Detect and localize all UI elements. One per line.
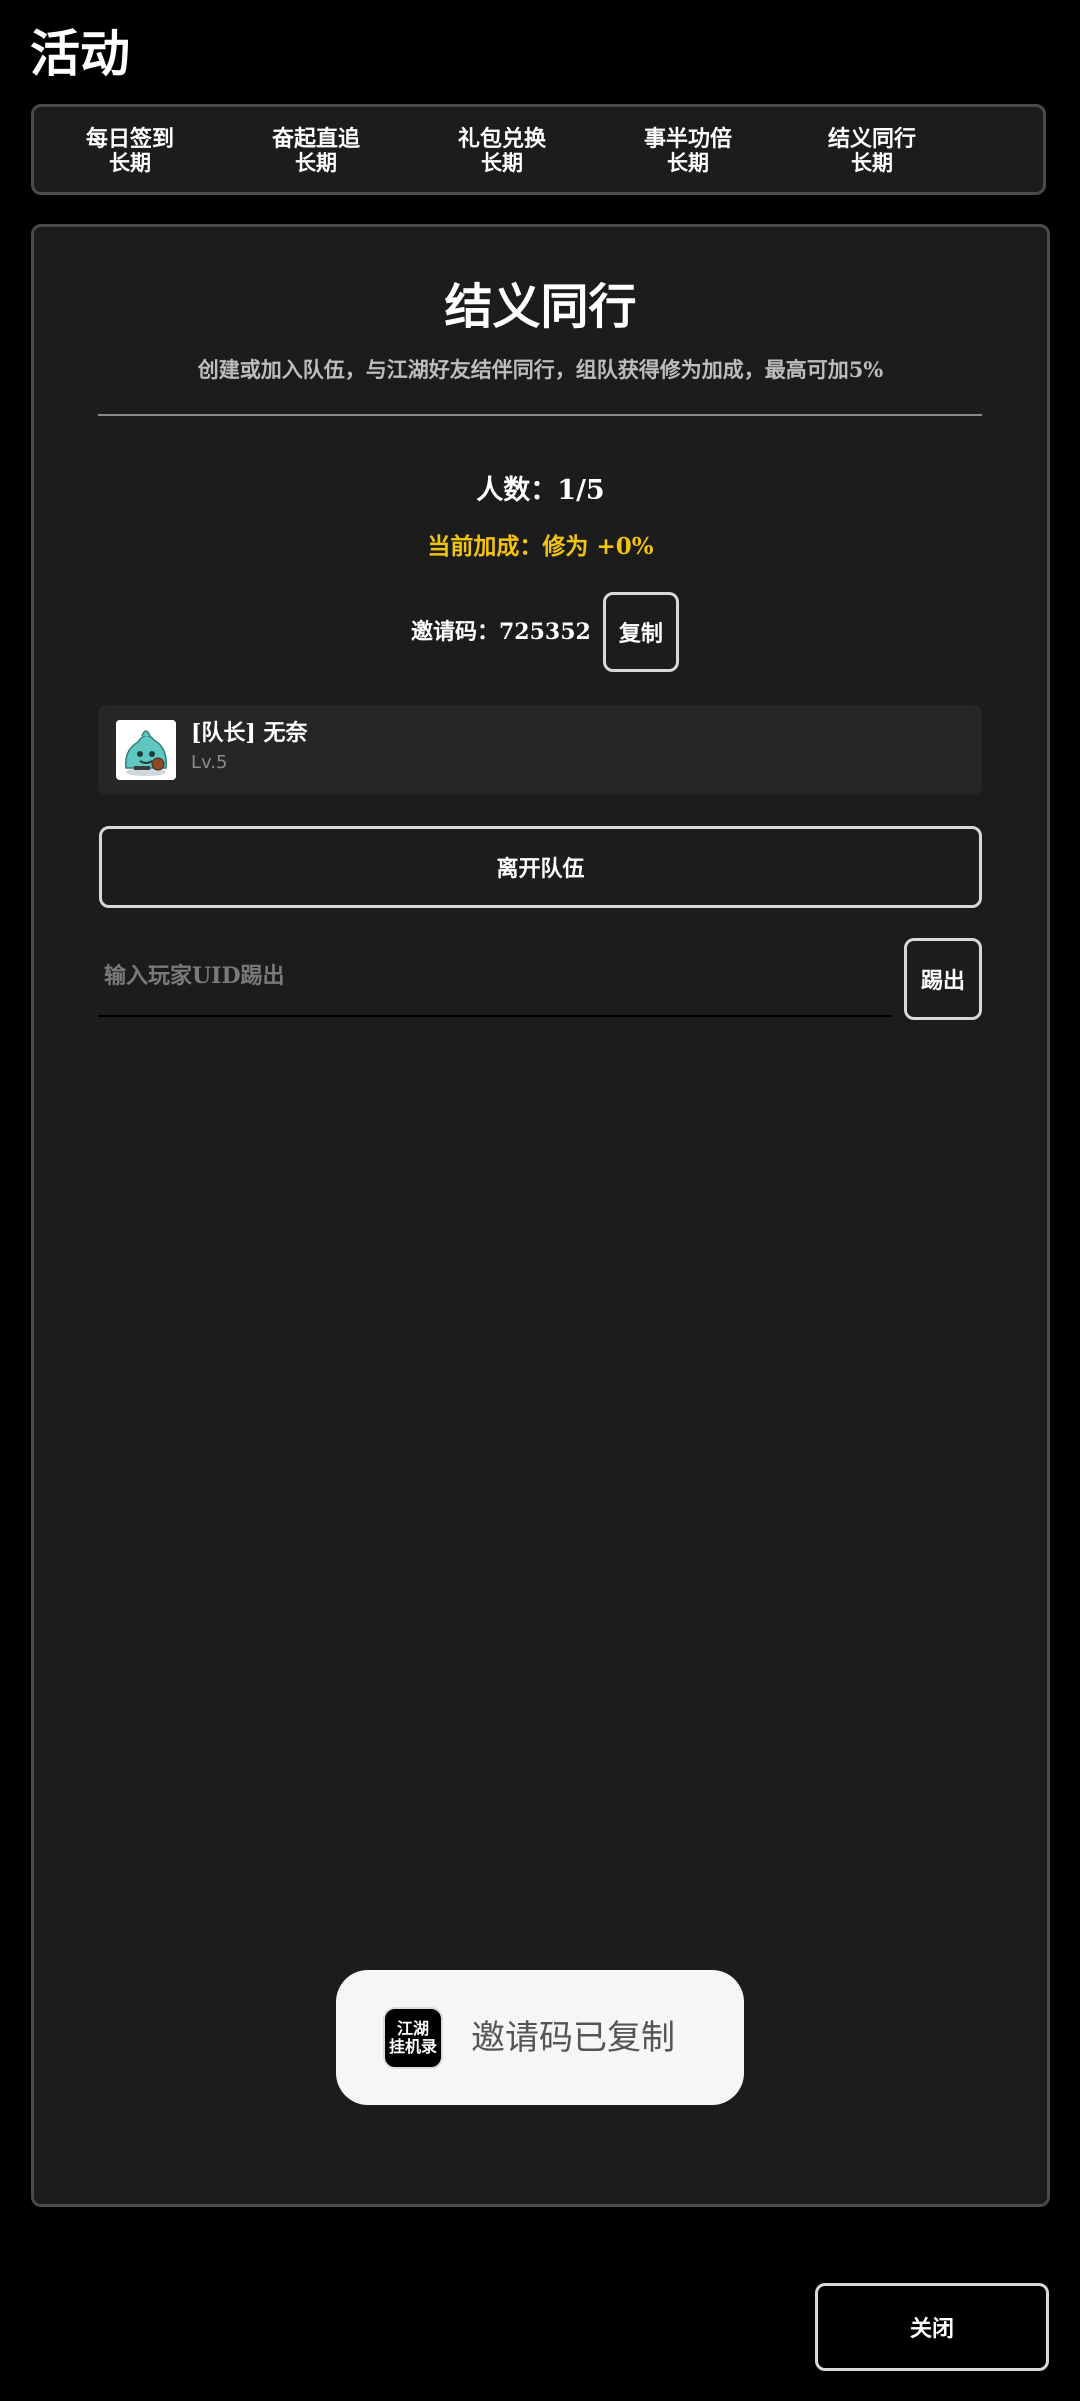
team-panel: 结义同行 创建或加入队伍，与江湖好友结伴同行，组队获得修为加成，最高可加5% 人…: [31, 224, 1050, 2207]
app-logo-icon: 江湖 挂机录: [383, 2006, 443, 2069]
member-count: 人数：1/5: [476, 475, 605, 506]
tab-label: 礼包兑换: [457, 126, 546, 152]
toast: 江湖 挂机录 邀请码已复制: [336, 1970, 744, 2105]
tab-daily-signin[interactable]: 每日签到 长期: [37, 107, 223, 192]
logo-text-line1: 江湖: [396, 2018, 429, 2038]
tab-label: 事半功倍: [643, 126, 732, 152]
tab-label: 每日签到: [85, 126, 174, 152]
toast-message: 邀请码已复制: [471, 2017, 675, 2058]
tab-label: 奋起直追: [271, 126, 360, 152]
tab-sublabel: 长期: [481, 150, 523, 175]
member-card[interactable]: [队长] 无奈 Lv.5: [98, 705, 982, 795]
member-name: [队长] 无奈: [191, 720, 308, 746]
avatar: [116, 720, 176, 780]
kick-button[interactable]: 踢出: [904, 938, 982, 1020]
tab-sublabel: 长期: [295, 150, 337, 175]
tab-label: 结义同行: [827, 126, 916, 152]
close-button[interactable]: 关闭: [815, 2283, 1049, 2371]
tab-team-up[interactable]: 结义同行 长期: [779, 107, 965, 192]
page-title: 活动: [30, 24, 130, 83]
tab-double-effect[interactable]: 事半功倍 长期: [595, 107, 781, 192]
logo-text-line2: 挂机录: [388, 2036, 437, 2056]
leave-team-button[interactable]: 离开队伍: [99, 826, 982, 908]
member-level: Lv.5: [191, 752, 228, 773]
tab-bar: 每日签到 长期 奋起直追 长期 礼包兑换 长期 事半功倍 长期 结义同行 长期: [31, 104, 1046, 195]
panel-description: 创建或加入队伍，与江湖好友结伴同行，组队获得修为加成，最高可加5%: [197, 357, 884, 382]
tab-catch-up[interactable]: 奋起直追 长期: [223, 107, 409, 192]
slime-avatar-icon: [116, 720, 176, 780]
tab-sublabel: 长期: [851, 150, 893, 175]
tab-sublabel: 长期: [667, 150, 709, 175]
copy-button[interactable]: 复制: [602, 592, 679, 672]
current-bonus: 当前加成：修为 +0%: [427, 533, 654, 560]
kick-uid-input[interactable]: [98, 937, 892, 1017]
divider: [98, 414, 982, 416]
panel-title: 结义同行: [444, 279, 637, 335]
invite-code: 邀请码：725352: [411, 619, 591, 645]
invite-row: 邀请码：725352 复制: [411, 592, 679, 672]
tab-gift-redeem[interactable]: 礼包兑换 长期: [409, 107, 595, 192]
tab-sublabel: 长期: [109, 150, 151, 175]
